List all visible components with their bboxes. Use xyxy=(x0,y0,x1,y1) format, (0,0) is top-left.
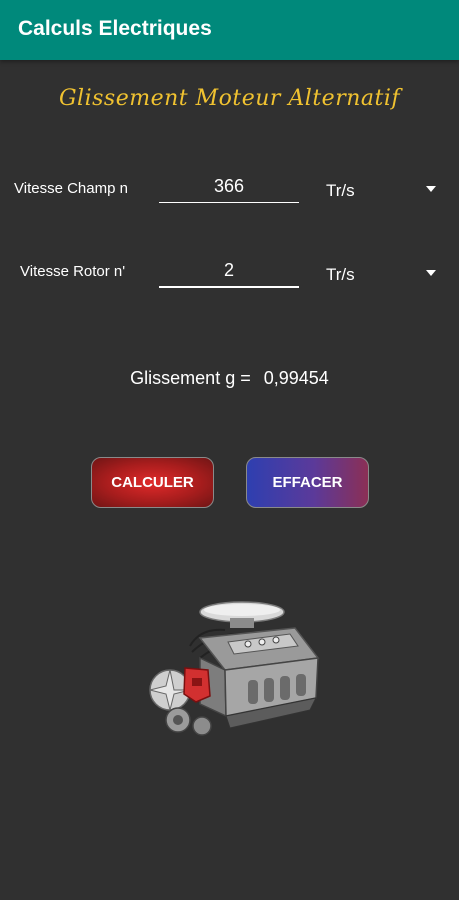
calculate-button[interactable]: CALCULER xyxy=(91,457,214,508)
result-line: Glissement g = 0,99454 xyxy=(0,368,459,389)
rotor-unit-value: Tr/s xyxy=(326,265,355,284)
rotor-speed-label: Vitesse Rotor n' xyxy=(20,263,126,280)
champ-unit-value: Tr/s xyxy=(326,181,355,200)
rotor-speed-field[interactable] xyxy=(159,254,299,288)
rotor-speed-input[interactable] xyxy=(159,254,299,286)
app-bar: Calculs Electriques xyxy=(0,0,459,60)
app-title: Calculs Electriques xyxy=(18,17,212,40)
triangle-down-icon xyxy=(426,186,436,192)
triangle-down-icon xyxy=(426,270,436,276)
result-label: Glissement g = xyxy=(130,368,251,388)
champ-unit-dropdown[interactable]: Tr/s xyxy=(326,176,436,206)
champ-speed-field[interactable] xyxy=(159,170,299,203)
champ-speed-input[interactable] xyxy=(159,170,299,202)
screen-title: Glissement Moteur Alternatif xyxy=(58,86,401,111)
champ-speed-label: Vitesse Champ n xyxy=(14,180,128,197)
rotor-unit-dropdown[interactable]: Tr/s xyxy=(326,260,436,290)
engine-illustration xyxy=(149,601,320,736)
result-value: 0,99454 xyxy=(263,368,329,388)
clear-button[interactable]: EFFACER xyxy=(246,457,369,508)
